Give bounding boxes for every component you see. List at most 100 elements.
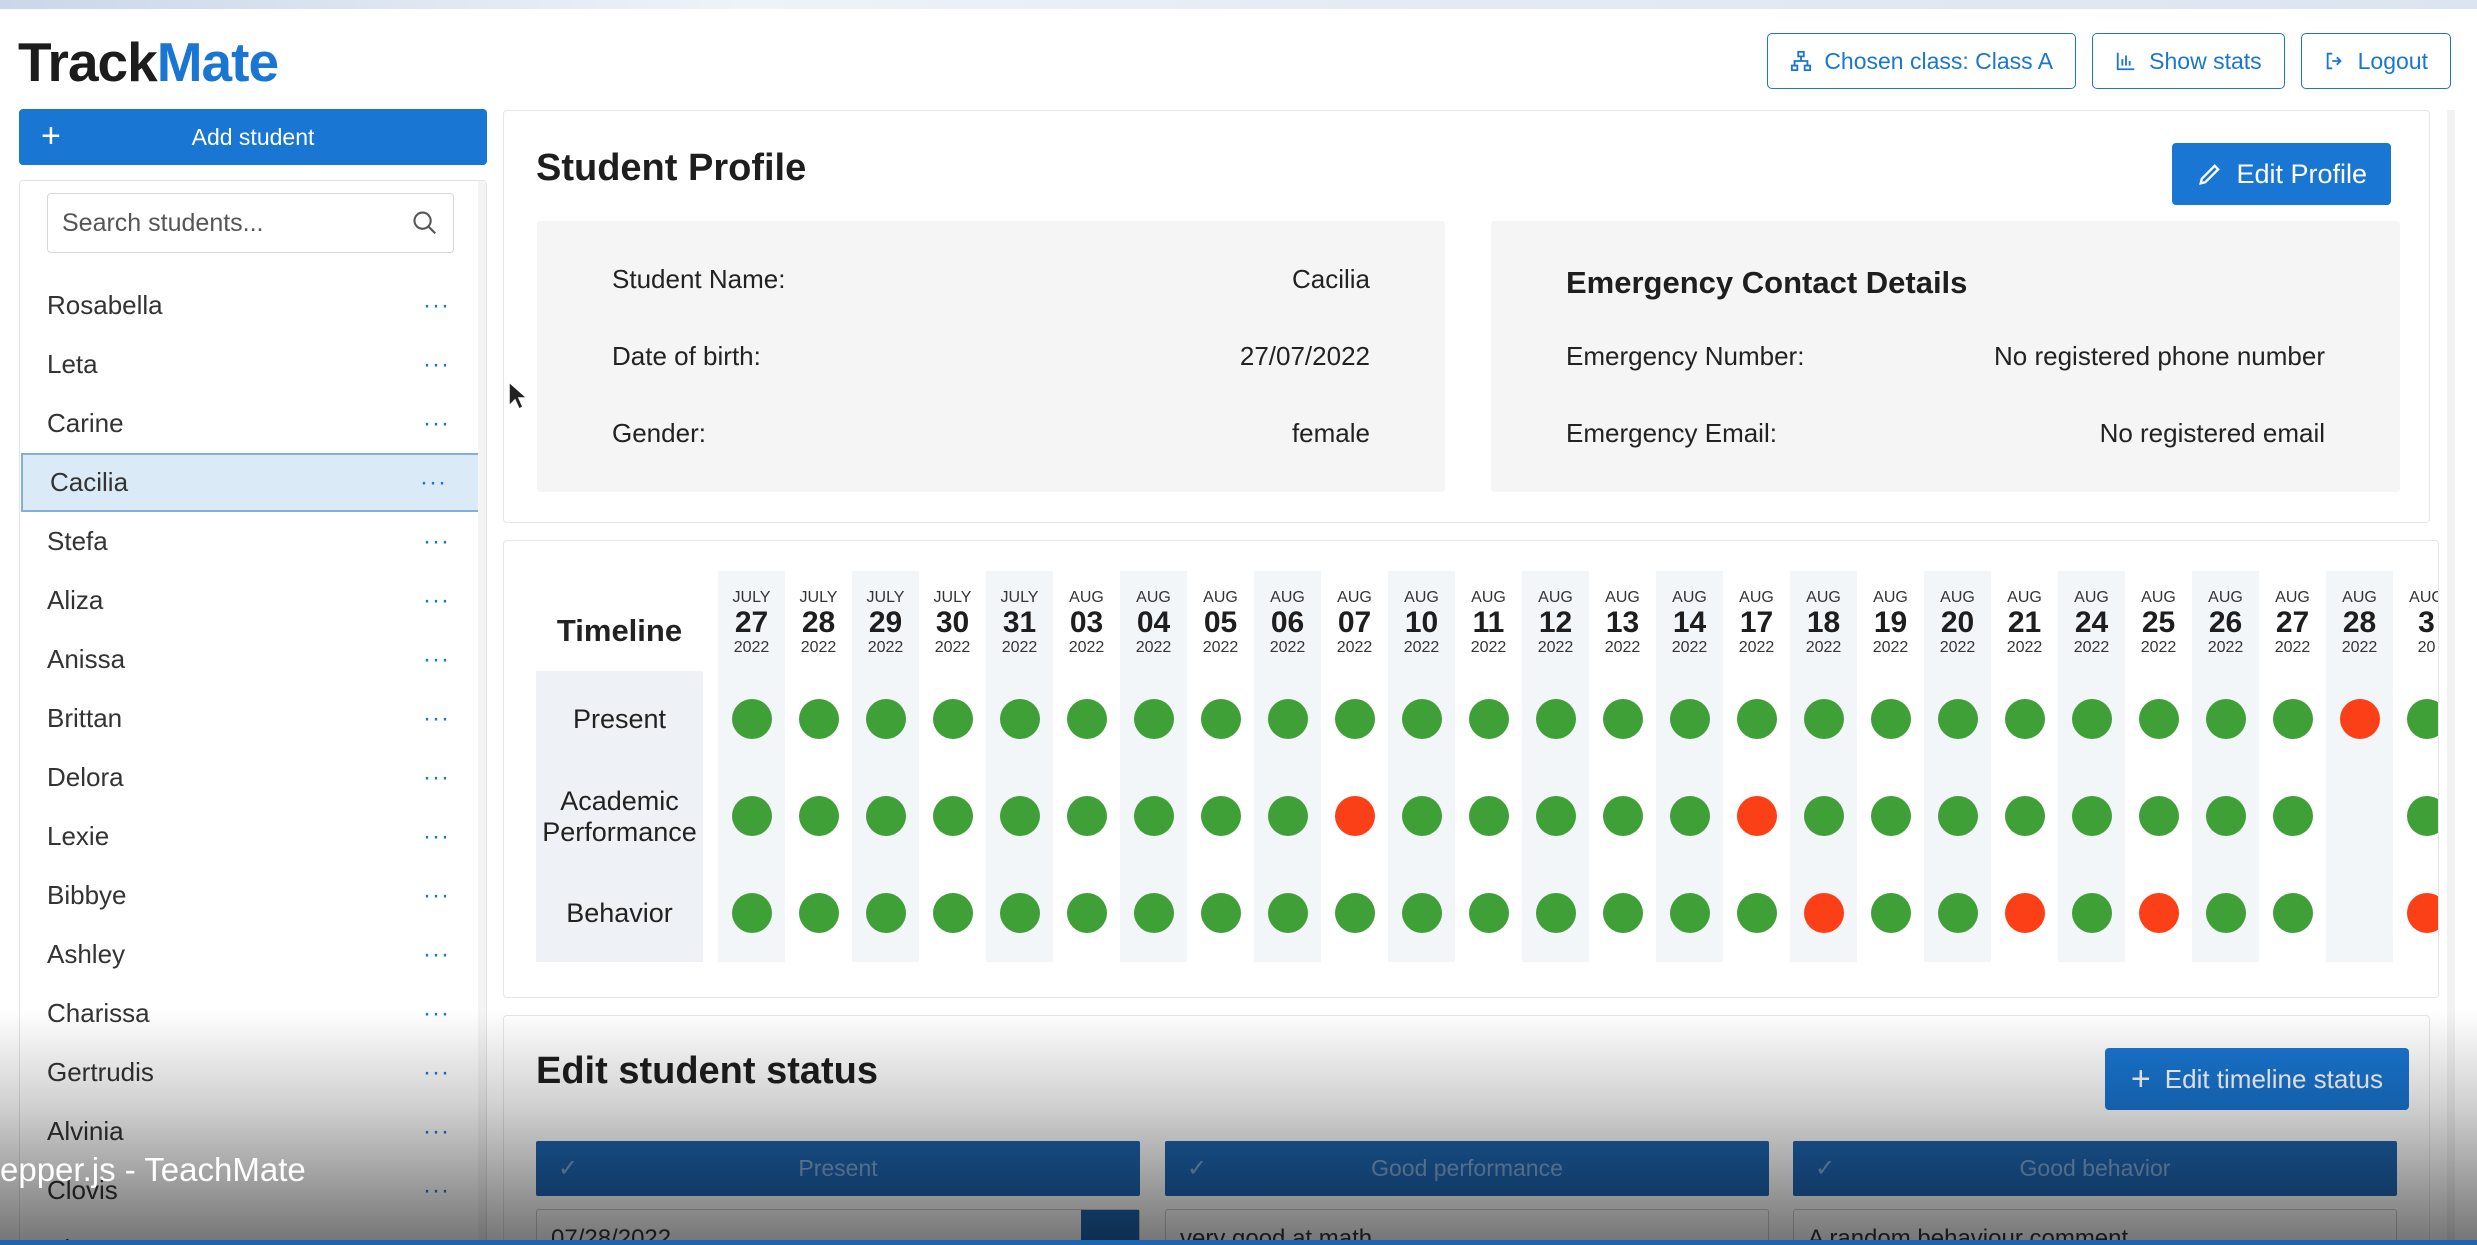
status-dot-behavior[interactable]	[999, 893, 1040, 933]
status-dot-academic[interactable]	[1870, 796, 1911, 836]
student-list-item[interactable]: Leta ···	[20, 335, 486, 394]
more-options-icon[interactable]: ···	[423, 1000, 450, 1028]
status-dot-academic[interactable]	[798, 796, 839, 836]
main-scrollbar[interactable]	[2447, 110, 2455, 1245]
more-options-icon[interactable]: ···	[423, 646, 450, 674]
status-dot-present[interactable]	[1669, 699, 1710, 739]
more-options-icon[interactable]: ···	[423, 941, 450, 969]
status-dot-present[interactable]	[1468, 699, 1509, 739]
status-dot-behavior[interactable]	[2004, 893, 2045, 933]
logout-button[interactable]: Logout	[2300, 33, 2451, 89]
more-options-icon[interactable]: ···	[423, 351, 450, 379]
more-options-icon[interactable]: ···	[423, 1059, 450, 1087]
status-dot-behavior[interactable]	[1669, 893, 1710, 933]
student-list-item[interactable]: Delora ···	[20, 748, 486, 807]
status-dot-present[interactable]	[1267, 699, 1308, 739]
student-list-item[interactable]: Carine ···	[20, 394, 486, 453]
status-dot-behavior[interactable]	[1535, 893, 1576, 933]
behavior-toggle[interactable]: ✓ Good behavior	[1793, 1141, 2397, 1196]
status-dot-academic[interactable]	[1066, 796, 1107, 836]
status-dot-academic[interactable]	[2138, 796, 2179, 836]
status-dot-present[interactable]	[731, 699, 772, 739]
more-options-icon[interactable]: ···	[423, 1118, 450, 1146]
status-dot-behavior[interactable]	[1468, 893, 1509, 933]
status-dot-academic[interactable]	[1535, 796, 1576, 836]
more-options-icon[interactable]: ···	[423, 292, 450, 320]
status-dot-behavior[interactable]	[1937, 893, 1978, 933]
status-dot-present[interactable]	[1133, 699, 1174, 739]
more-options-icon[interactable]: ···	[423, 705, 450, 733]
search-input[interactable]	[62, 208, 412, 238]
chosen-class-button[interactable]: Chosen class: Class A	[1767, 33, 2077, 89]
more-options-icon[interactable]: ···	[423, 1177, 450, 1205]
status-dot-behavior[interactable]	[1267, 893, 1308, 933]
status-dot-behavior[interactable]	[1401, 893, 1442, 933]
status-dot-present[interactable]	[2205, 699, 2246, 739]
status-dot-present[interactable]	[1602, 699, 1643, 739]
status-dot-present[interactable]	[2272, 699, 2313, 739]
student-list-item[interactable]: Charissa ···	[20, 984, 486, 1043]
student-list-item[interactable]: Rosabella ···	[20, 276, 486, 335]
status-dot-academic[interactable]	[1200, 796, 1241, 836]
student-list-item[interactable]: Lexie ···	[20, 807, 486, 866]
status-dot-present[interactable]	[1803, 699, 1844, 739]
status-dot-academic[interactable]	[1133, 796, 1174, 836]
more-options-icon[interactable]: ···	[423, 823, 450, 851]
status-dot-present[interactable]	[1401, 699, 1442, 739]
student-list-item[interactable]: Bibbye ···	[20, 866, 486, 925]
status-dot-behavior[interactable]	[798, 893, 839, 933]
status-dot-academic[interactable]	[2205, 796, 2246, 836]
edit-timeline-status-button[interactable]: + Edit timeline status	[2104, 1048, 2409, 1110]
status-dot-present[interactable]	[999, 699, 1040, 739]
status-dot-academic[interactable]	[1401, 796, 1442, 836]
more-options-icon[interactable]: ···	[423, 528, 450, 556]
status-dot-present[interactable]	[2071, 699, 2112, 739]
status-dot-behavior[interactable]	[1334, 893, 1375, 933]
status-dot-academic[interactable]	[1736, 796, 1777, 836]
status-dot-present[interactable]	[2004, 699, 2045, 739]
student-list-item[interactable]: Aliza ···	[20, 571, 486, 630]
status-dot-behavior[interactable]	[1870, 893, 1911, 933]
search-icon[interactable]	[411, 208, 439, 238]
status-dot-behavior[interactable]	[932, 893, 973, 933]
more-options-icon[interactable]: ···	[423, 882, 450, 910]
status-dot-academic[interactable]	[2004, 796, 2045, 836]
status-dot-present[interactable]	[932, 699, 973, 739]
status-dot-present[interactable]	[1535, 699, 1576, 739]
status-dot-academic[interactable]	[1937, 796, 1978, 836]
performance-toggle[interactable]: ✓ Good performance	[1165, 1141, 1769, 1196]
show-stats-button[interactable]: Show stats	[2092, 33, 2285, 89]
status-dot-academic[interactable]	[1267, 796, 1308, 836]
status-dot-academic[interactable]	[1669, 796, 1710, 836]
status-dot-present[interactable]	[1334, 699, 1375, 739]
status-dot-academic[interactable]	[865, 796, 906, 836]
status-dot-behavior[interactable]	[1602, 893, 1643, 933]
status-dot-academic[interactable]	[2272, 796, 2313, 836]
status-dot-present[interactable]	[2138, 699, 2179, 739]
status-dot-behavior[interactable]	[1736, 893, 1777, 933]
status-dot-behavior[interactable]	[731, 893, 772, 933]
student-list-item[interactable]: Anissa ···	[20, 630, 486, 689]
student-list-item[interactable]: Ashley ···	[20, 925, 486, 984]
status-dot-behavior[interactable]	[1133, 893, 1174, 933]
status-dot-academic[interactable]	[1602, 796, 1643, 836]
status-dot-present[interactable]	[865, 699, 906, 739]
more-options-icon[interactable]: ···	[423, 587, 450, 615]
status-dot-academic[interactable]	[1468, 796, 1509, 836]
sidebar-scrollbar[interactable]	[478, 181, 486, 1245]
student-list-item[interactable]: Brittan ···	[20, 689, 486, 748]
status-dot-present[interactable]	[1736, 699, 1777, 739]
status-dot-academic[interactable]	[2071, 796, 2112, 836]
status-dot-behavior[interactable]	[2272, 893, 2313, 933]
status-dot-academic[interactable]	[932, 796, 973, 836]
add-student-button[interactable]: + Add student	[19, 109, 487, 165]
status-dot-academic[interactable]	[1803, 796, 1844, 836]
status-dot-present[interactable]	[798, 699, 839, 739]
student-list-item[interactable]: Gertrudis ···	[20, 1043, 486, 1102]
student-list-item[interactable]: Stefa ···	[20, 512, 486, 571]
status-dot-behavior[interactable]	[865, 893, 906, 933]
student-list-item[interactable]: Cacilia ···	[21, 453, 485, 512]
status-dot-present[interactable]	[1870, 699, 1911, 739]
status-dot-behavior[interactable]	[2205, 893, 2246, 933]
status-dot-academic[interactable]	[999, 796, 1040, 836]
